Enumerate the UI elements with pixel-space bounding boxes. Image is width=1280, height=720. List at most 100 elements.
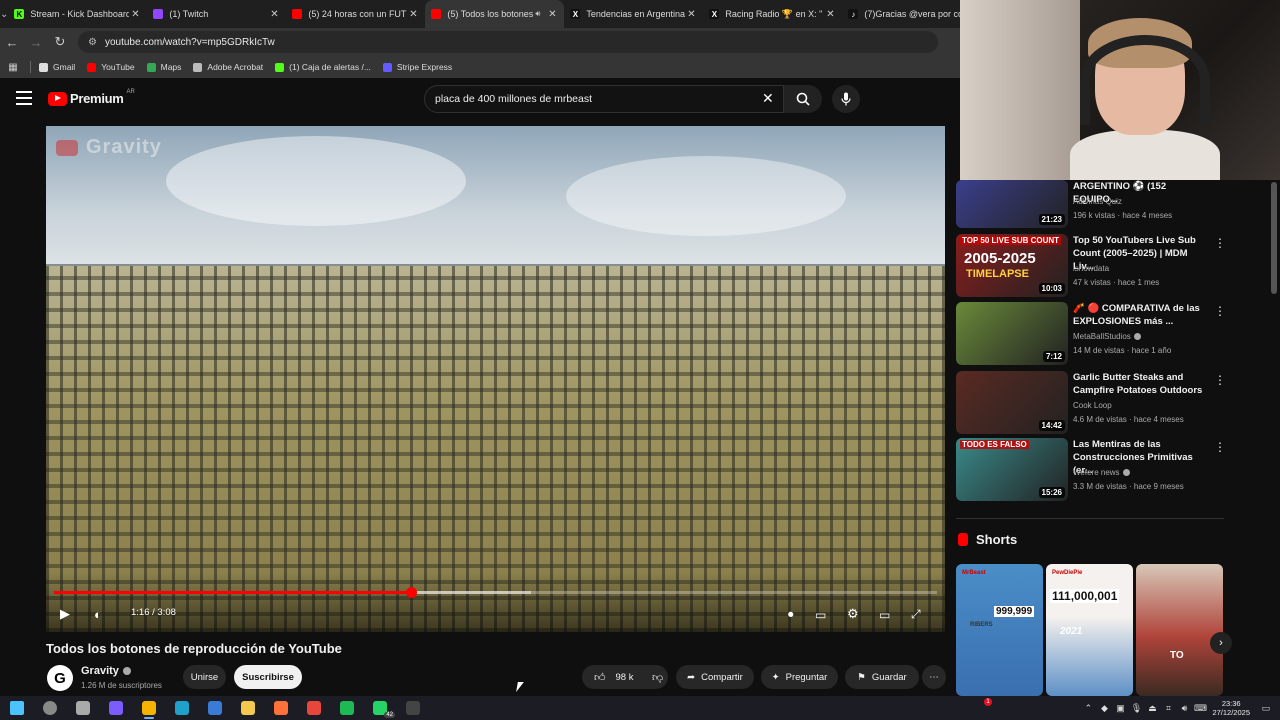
video-thumbnail[interactable]: 14:42 [956, 371, 1068, 434]
browser-tab[interactable]: X Tendencias en Argentina / X✕ [564, 0, 703, 28]
browser-tab[interactable]: (5) Todos los botones 🔊︎ ✕ [425, 0, 565, 28]
tray-display-icon[interactable]: ▣ [1112, 703, 1128, 714]
site-info-icon[interactable]: ⚙ [88, 37, 97, 48]
browser-tab[interactable]: K Stream - Kick Dashboard ✕ [8, 0, 147, 28]
subscribe-button[interactable]: Suscribirse [234, 665, 302, 689]
clock[interactable]: 23:36 27/12/2025 [1212, 699, 1250, 717]
short-video[interactable]: MrBeast 999,999 RIBERS [956, 564, 1043, 696]
theater-mode-icon[interactable]: ▭ [879, 608, 890, 622]
more-options-icon[interactable]: ⋮ [1214, 440, 1226, 454]
bookmark-item[interactable]: Adobe Acrobat [193, 62, 263, 72]
video-thumbnail[interactable]: 7:12 [956, 302, 1068, 365]
taskbar-obs-icon[interactable] [396, 696, 429, 720]
tab-close-icon[interactable]: ✕ [824, 9, 836, 20]
short-video[interactable]: TO [1136, 564, 1223, 696]
fullscreen-icon[interactable]: ⤢ [911, 607, 921, 622]
thumbs-down-icon[interactable]: 👎︎ [652, 671, 663, 684]
settings-icon[interactable]: ⚙ [847, 606, 859, 622]
more-options-icon[interactable]: ⋮ [1214, 236, 1226, 250]
scrubber-handle[interactable] [405, 587, 417, 598]
tab-close-icon[interactable]: ✕ [546, 9, 558, 20]
recommended-channel[interactable]: ishowdata [1073, 264, 1109, 273]
clear-search-icon[interactable]: ✕ [762, 90, 774, 107]
recommended-channel[interactable]: Wefere news [1073, 468, 1130, 477]
bookmark-item[interactable]: YouTube [87, 62, 135, 72]
youtube-logo[interactable]: Premium AR [48, 89, 135, 106]
share-button[interactable]: ➦ Compartir [676, 665, 754, 689]
recommended-title[interactable]: Garlic Butter Steaks and Campfire Potato… [1073, 371, 1211, 397]
autoplay-toggle-icon[interactable]: ⏺ [788, 609, 794, 622]
recommended-channel[interactable]: Adivinus Quiz [1073, 197, 1122, 206]
play-icon[interactable]: ▶ [60, 606, 70, 622]
tray-volume-icon[interactable]: 🔊︎ [1176, 703, 1192, 714]
more-options-icon[interactable]: ⋮ [1214, 373, 1226, 387]
bookmark-item[interactable]: Stripe Express [382, 62, 452, 72]
apps-grid-icon[interactable]: ▦ [0, 62, 26, 73]
save-button[interactable]: ⚑ Guardar [845, 665, 919, 689]
subtitles-icon[interactable]: ▭ [815, 608, 826, 622]
recommended-channel[interactable]: Cook Loop [1073, 401, 1112, 410]
video-thumbnail[interactable]: TODO ES FALSO 15:26 [956, 438, 1068, 501]
taskbar-copilot-icon[interactable] [99, 696, 132, 720]
recommended-video[interactable]: TODO ES FALSO 15:26 Las Mentiras de las Co… [956, 438, 1268, 502]
taskbar-whatsapp-icon[interactable]: 42 [363, 696, 396, 720]
voice-search-button[interactable] [832, 85, 860, 113]
recommended-video[interactable]: 7:12 🧨 🔴 COMPARATIVA de las EXPLOSIONES m… [956, 302, 1268, 366]
taskbar-chrome-icon[interactable] [132, 696, 165, 720]
back-icon[interactable]: ← [0, 35, 24, 50]
taskbar-taskview-icon[interactable] [66, 696, 99, 720]
volume-icon[interactable]: ◐ [94, 607, 102, 622]
shorts-next-icon[interactable]: › [1210, 632, 1232, 654]
tab-close-icon[interactable]: ✕ [268, 9, 280, 20]
video-thumbnail[interactable]: 21:23 [956, 180, 1068, 228]
page-scrollbar[interactable] [1271, 182, 1277, 294]
channel-avatar[interactable]: G [47, 665, 73, 691]
more-options-icon[interactable]: ⋮ [1214, 304, 1226, 318]
more-actions-icon[interactable]: ⋯ [922, 665, 946, 689]
reload-icon[interactable]: ↻ [48, 34, 72, 50]
join-button[interactable]: Unirse [183, 665, 226, 689]
channel-watermark[interactable]: Gravity [56, 136, 162, 159]
taskbar-chrome-profile-icon[interactable] [297, 696, 330, 720]
video-player[interactable]: Gravity ▶ ◐ 1:16 / 3:08 ⏺ ▭ ⚙ ▭ ⤢ [46, 126, 945, 632]
bookmark-item[interactable]: Maps [146, 62, 181, 72]
progress-bar[interactable] [54, 587, 937, 598]
tray-network-icon[interactable]: ⌗ [1160, 703, 1176, 714]
ask-button[interactable]: ✦ Preguntar [761, 665, 838, 689]
search-input[interactable]: placa de 400 millones de mrbeast [424, 85, 784, 113]
recommended-video[interactable]: TOP 50 LIVE SUB COUNT 2005-2025 TIMELAPSE 1… [956, 234, 1268, 298]
bookmark-item[interactable]: Gmail [39, 62, 75, 72]
recommended-channel[interactable]: MetaBallStudios [1073, 332, 1141, 341]
recommended-title[interactable]: 🧨 🔴 COMPARATIVA de las EXPLOSIONES más .… [1073, 302, 1211, 328]
tray-usb-icon[interactable]: ⏏ [1144, 703, 1160, 714]
tray-keyboard-icon[interactable]: ⌨ [1192, 703, 1208, 714]
taskbar-search-icon[interactable] [33, 696, 66, 720]
browser-tab[interactable]: (5) 24 horas con un FUTBOLISTA✕ [286, 0, 425, 28]
taskbar-spotify-icon[interactable] [330, 696, 363, 720]
tray-chevron-icon[interactable]: ⌃ [1080, 703, 1096, 714]
recommended-video[interactable]: 14:42 Garlic Butter Steaks and Campfire P… [956, 371, 1268, 435]
taskbar-explorer-icon[interactable] [231, 696, 264, 720]
video-thumbnail[interactable]: TOP 50 LIVE SUB COUNT 2005-2025 TIMELAPSE 1… [956, 234, 1068, 297]
forward-icon[interactable]: → [24, 35, 48, 50]
browser-tab[interactable]: (1) Twitch ✕ [147, 0, 286, 28]
bookmark-item[interactable]: (1) Caja de alertas /... [275, 62, 371, 72]
tab-search-icon[interactable]: ⌄ [0, 0, 8, 28]
short-video[interactable]: PewDiePie 111,000,001 2021 [1046, 564, 1133, 696]
like-button[interactable]: 👍︎ 98 k 👎︎ [582, 665, 668, 689]
taskbar-firefox-icon[interactable] [264, 696, 297, 720]
tab-close-icon[interactable]: ✕ [685, 9, 697, 20]
menu-icon[interactable] [16, 91, 32, 105]
taskbar-edge-icon[interactable] [165, 696, 198, 720]
browser-tab[interactable]: X Racing Radio 🏆 en X: " ✕ [703, 0, 842, 28]
tab-close-icon[interactable]: ✕ [129, 9, 141, 20]
tray-app-icon[interactable]: ◆ [1096, 703, 1112, 714]
channel-name[interactable]: Gravity [81, 665, 131, 677]
taskbar-store-icon[interactable] [198, 696, 231, 720]
url-bar[interactable]: ⚙ youtube.com/watch?v=mp5GDRkIcTw [78, 31, 938, 53]
notifications-icon[interactable]: ▭ [1258, 703, 1274, 714]
tab-audio-icon[interactable]: 🔊︎ [535, 9, 540, 19]
search-button[interactable] [784, 85, 822, 113]
tab-close-icon[interactable]: ✕ [407, 9, 419, 20]
taskbar-start-icon[interactable] [0, 696, 33, 720]
